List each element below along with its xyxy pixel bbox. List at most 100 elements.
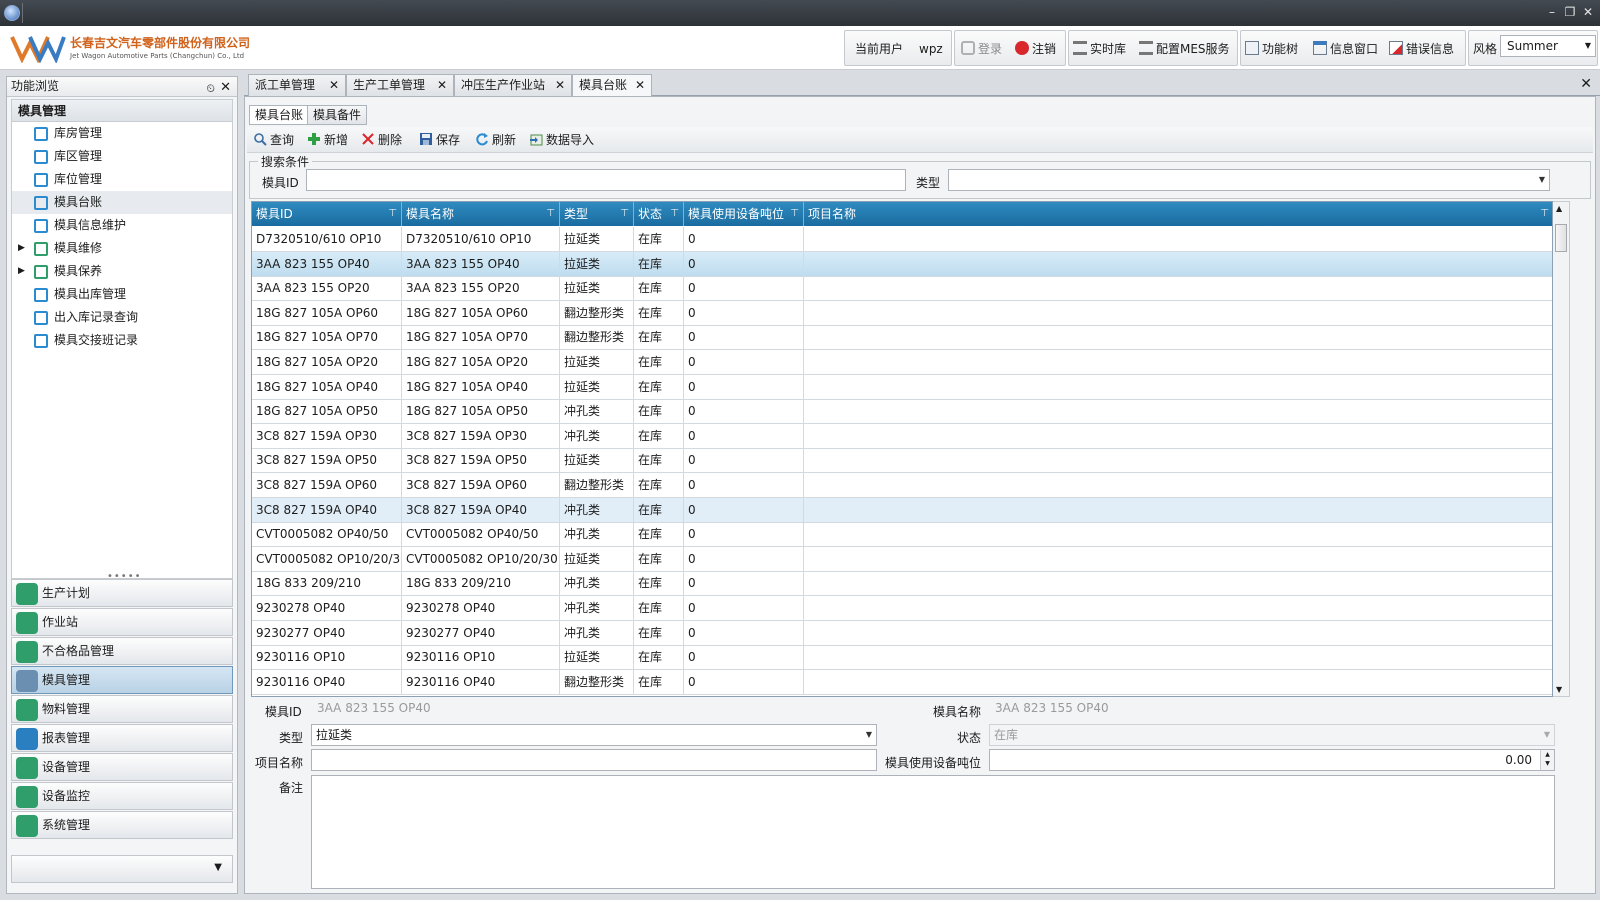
table-cell[interactable] xyxy=(804,424,1552,448)
table-cell[interactable]: 0 xyxy=(684,448,804,473)
column-header[interactable]: 模具ID ⊤ xyxy=(252,202,402,226)
table-cell[interactable]: 在库 xyxy=(634,251,684,276)
tree-item[interactable]: 模具台账 xyxy=(12,191,232,214)
detail-type-select[interactable]: 拉延类 ▼ xyxy=(311,724,877,746)
table-cell[interactable]: 9230116 OP40 xyxy=(252,669,402,694)
table-cell[interactable]: 3AA 823 155 OP40 xyxy=(252,251,402,276)
close-icon[interactable]: ✕ xyxy=(635,75,645,96)
login-button[interactable]: 登录 xyxy=(961,39,1002,59)
table-cell[interactable]: 0 xyxy=(684,374,804,399)
type-search-select[interactable]: ▼ xyxy=(948,169,1550,191)
filter-icon[interactable]: ⊤ xyxy=(1540,202,1549,226)
table-cell[interactable]: 18G 827 105A OP50 xyxy=(252,399,402,424)
table-cell[interactable]: 0 xyxy=(684,300,804,325)
info-window-button[interactable]: 信息窗口 xyxy=(1313,39,1378,59)
table-cell[interactable]: 0 xyxy=(684,399,804,424)
detail-remark-textarea[interactable] xyxy=(311,775,1555,889)
table-cell[interactable]: 在库 xyxy=(634,300,684,325)
table-cell[interactable]: 在库 xyxy=(634,473,684,497)
table-cell[interactable]: 冲孔类 xyxy=(560,497,634,522)
table-cell[interactable]: 冲孔类 xyxy=(560,596,634,620)
scroll-up-icon[interactable]: ▲ xyxy=(1556,204,1562,213)
nav-group[interactable]: 系统管理 xyxy=(11,811,233,839)
table-cell[interactable]: 在库 xyxy=(634,571,684,596)
table-cell[interactable]: D7320510/610 OP10 xyxy=(252,227,402,251)
refresh-button[interactable]: 刷新 xyxy=(475,130,516,150)
table-cell[interactable] xyxy=(804,325,1552,349)
table-row[interactable]: 3C8 827 159A OP30 3C8 827 159A OP30 冲孔类 在库 0 xyxy=(252,423,1552,449)
table-cell[interactable]: 0 xyxy=(684,325,804,350)
table-row[interactable]: 9230116 OP40 9230116 OP40 翻边整形类 在库 0 xyxy=(252,669,1552,695)
table-cell[interactable]: 0 xyxy=(684,251,804,276)
table-cell[interactable]: 拉延类 xyxy=(560,227,634,251)
expand-arrow-icon[interactable]: ▶ xyxy=(18,237,25,260)
table-cell[interactable]: CVT0005082 OP40/50 xyxy=(252,522,402,547)
table-row[interactable]: 3C8 827 159A OP50 3C8 827 159A OP50 拉延类 在库 0 xyxy=(252,448,1552,474)
stepper-icon[interactable]: ▲ ▼ xyxy=(1540,750,1554,770)
table-cell[interactable]: 3C8 827 159A OP40 xyxy=(402,497,560,522)
table-cell[interactable]: 9230116 OP10 xyxy=(252,645,402,670)
tree-item[interactable]: ▶ 模具维修 xyxy=(12,237,232,260)
table-cell[interactable]: 在库 xyxy=(634,497,684,522)
table-cell[interactable]: 0 xyxy=(684,497,804,522)
table-cell[interactable]: 18G 827 105A OP20 xyxy=(252,350,402,374)
table-cell[interactable]: 翻边整形类 xyxy=(560,300,634,325)
tree-item[interactable]: 库区管理 xyxy=(12,145,232,168)
table-cell[interactable]: 18G 827 105A OP60 xyxy=(252,300,402,325)
table-cell[interactable]: 冲孔类 xyxy=(560,620,634,645)
tab-mold-ledger[interactable]: 模具台账 ✕ xyxy=(572,74,652,97)
table-cell[interactable]: 冲孔类 xyxy=(560,522,634,547)
error-info-button[interactable]: 错误信息 xyxy=(1389,39,1454,59)
table-cell[interactable]: 9230277 OP40 xyxy=(252,620,402,645)
import-button[interactable]: 数据导入 xyxy=(529,130,594,150)
nav-group[interactable]: 不合格品管理 xyxy=(11,637,233,665)
table-cell[interactable] xyxy=(804,473,1552,497)
table-cell[interactable] xyxy=(804,670,1552,694)
table-cell[interactable] xyxy=(804,571,1552,595)
table-cell[interactable] xyxy=(804,252,1552,276)
table-cell[interactable]: 18G 827 105A OP60 xyxy=(402,300,560,325)
table-cell[interactable]: 翻边整形类 xyxy=(560,325,634,350)
table-cell[interactable]: 3C8 827 159A OP30 xyxy=(402,423,560,448)
table-cell[interactable]: 0 xyxy=(684,620,804,645)
query-button[interactable]: 查询 xyxy=(253,130,294,150)
table-row[interactable]: 18G 827 105A OP50 18G 827 105A OP50 冲孔类 在库 0 xyxy=(252,399,1552,425)
nav-group[interactable]: 作业站 xyxy=(11,608,233,636)
function-tree-button[interactable]: 功能树 xyxy=(1245,39,1298,59)
table-cell[interactable]: 在库 xyxy=(634,325,684,350)
tree-item[interactable]: 库位管理 xyxy=(12,168,232,191)
table-cell[interactable]: 冲孔类 xyxy=(560,399,634,424)
table-cell[interactable] xyxy=(804,350,1552,374)
table-row[interactable]: 9230116 OP10 9230116 OP10 拉延类 在库 0 xyxy=(252,645,1552,671)
config-mes-button[interactable]: 配置MES服务 xyxy=(1139,39,1230,59)
minimize-icon[interactable]: – xyxy=(1544,4,1560,20)
table-cell[interactable]: 在库 xyxy=(634,596,684,620)
nav-group[interactable]: 设备管理 xyxy=(11,753,233,781)
table-cell[interactable]: 在库 xyxy=(634,669,684,694)
filter-icon[interactable]: ⊤ xyxy=(790,202,799,226)
nav-group[interactable]: 模具管理 xyxy=(11,666,233,694)
close-icon[interactable]: ✕ xyxy=(329,75,339,96)
style-select[interactable]: Summer ▼ xyxy=(1500,35,1596,57)
tree-item[interactable]: 模具出库管理 xyxy=(12,283,232,306)
table-cell[interactable]: 9230278 OP40 xyxy=(402,596,560,620)
table-cell[interactable]: 0 xyxy=(684,473,804,497)
table-row[interactable]: 9230278 OP40 9230278 OP40 冲孔类 在库 0 xyxy=(252,596,1552,621)
table-cell[interactable]: 3C8 827 159A OP60 xyxy=(402,473,560,497)
table-cell[interactable]: 0 xyxy=(684,227,804,251)
table-cell[interactable] xyxy=(804,498,1552,522)
table-cell[interactable]: CVT0005082 OP40/50 xyxy=(402,522,560,547)
table-row[interactable]: 3AA 823 155 OP40 3AA 823 155 OP40 拉延类 在库 0 xyxy=(252,251,1552,277)
table-cell[interactable]: 3AA 823 155 OP20 xyxy=(402,276,560,301)
table-cell[interactable]: 拉延类 xyxy=(560,251,634,276)
table-cell[interactable]: 在库 xyxy=(634,522,684,547)
tab-mold-ledger-inner[interactable]: 模具台账 xyxy=(249,105,310,125)
table-row[interactable]: CVT0005082 OP40/50 CVT0005082 OP40/50 冲孔类在… xyxy=(252,522,1552,548)
table-cell[interactable]: 18G 827 105A OP40 xyxy=(402,374,560,399)
table-row[interactable]: 3C8 827 159A OP60 3C8 827 159A OP60 翻边整形类在… xyxy=(252,473,1552,498)
tree-item[interactable]: ▶ 模具保养 xyxy=(12,260,232,283)
filter-icon[interactable]: ⊤ xyxy=(620,202,629,226)
filter-icon[interactable]: ⊤ xyxy=(388,202,397,226)
table-cell[interactable]: 0 xyxy=(684,596,804,620)
save-button[interactable]: 保存 xyxy=(419,130,460,150)
